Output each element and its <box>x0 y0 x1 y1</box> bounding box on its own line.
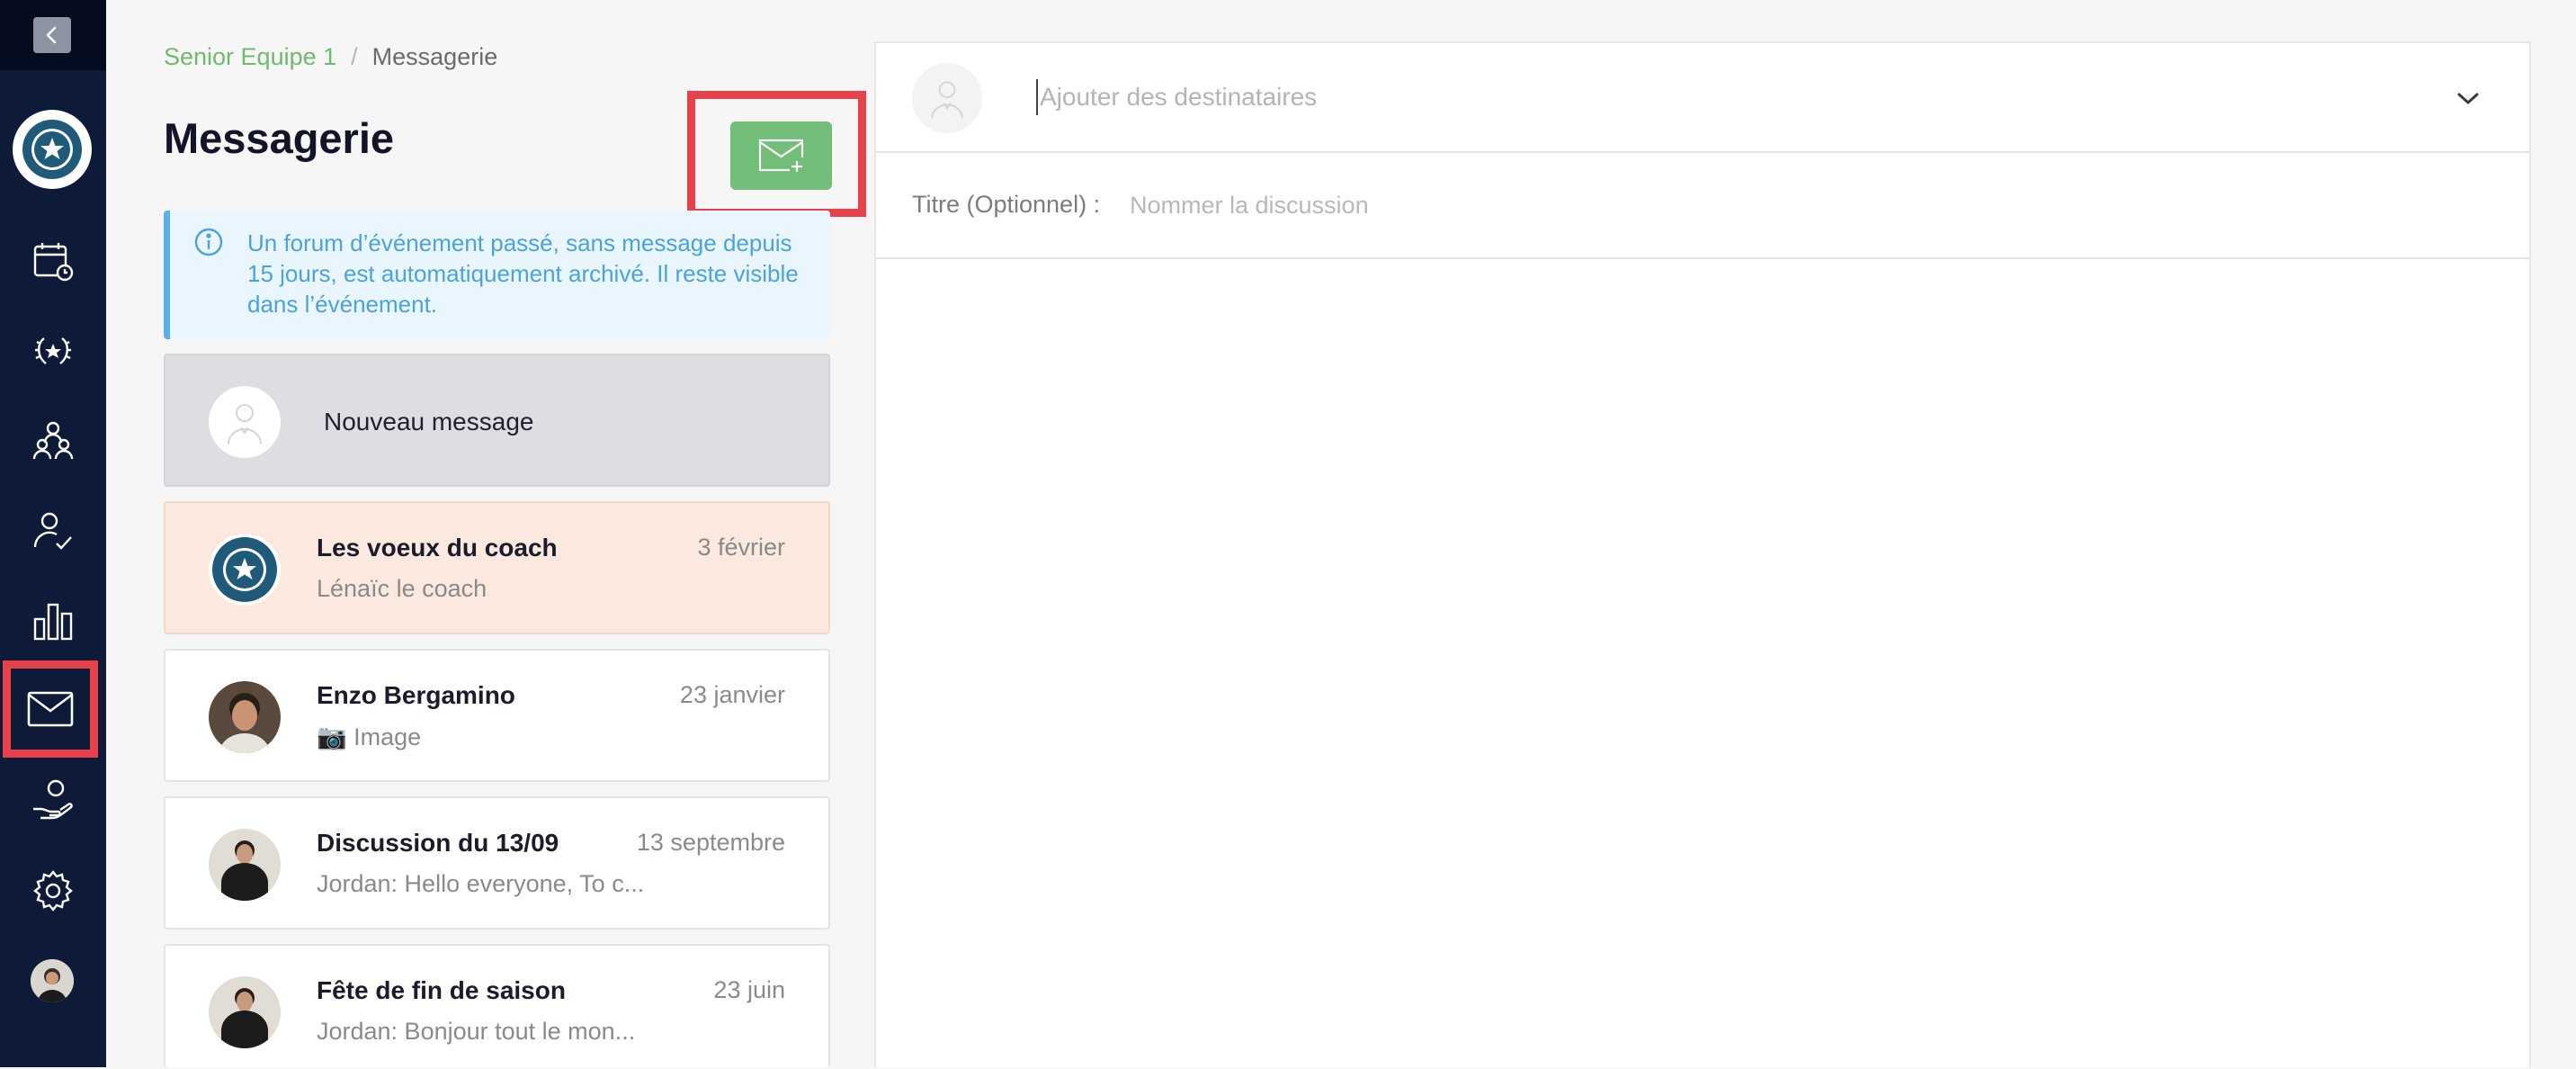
conversation-item[interactable]: Fête de fin de saison 23 juin Jordan: Bo… <box>164 944 830 1067</box>
nav-competitions[interactable] <box>0 306 106 396</box>
discussion-title-label: Titre (Optionnel) : <box>912 191 1101 218</box>
nav-attendance[interactable] <box>0 486 106 576</box>
recipients-dropdown-toggle[interactable] <box>2450 81 2486 117</box>
club-badge-icon <box>210 535 279 604</box>
discussion-title-row: Titre (Optionnel) : <box>876 153 2529 259</box>
compose-panel: Titre (Optionnel) : <box>874 41 2531 1067</box>
recipients-row <box>876 43 2529 153</box>
user-photo-icon <box>209 976 281 1048</box>
nav-messaging[interactable] <box>3 660 98 758</box>
chevron-left-icon <box>46 26 57 44</box>
breadcrumb: Senior Equipe 1 / Messagerie <box>164 43 497 71</box>
nav-statistics[interactable] <box>0 576 106 666</box>
nav-fundraising[interactable] <box>0 756 106 846</box>
conversation-preview: 📷 Image <box>317 723 422 750</box>
conversation-title: Fête de fin de saison <box>317 976 566 1004</box>
info-icon <box>194 228 223 256</box>
conversation-preview: Jordan: Bonjour tout le mon... <box>317 1018 636 1045</box>
nav-settings[interactable] <box>0 846 106 936</box>
conversation-item[interactable]: Les voeux du coach 3 février Lénaïc le c… <box>164 501 830 634</box>
chevron-down-icon <box>2457 93 2479 104</box>
avatar <box>209 976 281 1048</box>
hand-heart-icon <box>33 779 73 820</box>
avatar <box>209 534 281 606</box>
club-badge-icon <box>18 115 86 184</box>
calendar-icon <box>33 243 74 282</box>
conversation-date: 13 septembre <box>636 829 785 856</box>
discussion-title-input[interactable] <box>1130 187 2389 223</box>
new-message-row[interactable]: Nouveau message <box>164 354 830 487</box>
new-message-label: Nouveau message <box>324 408 534 436</box>
archive-info-banner: Un forum d’événement passé, sans message… <box>164 211 830 339</box>
user-placeholder-icon <box>228 404 262 445</box>
avatar <box>209 829 281 901</box>
conversation-preview: Lénaïc le coach <box>317 575 487 602</box>
recipients-input[interactable] <box>1036 79 2385 115</box>
conversation-item[interactable]: Discussion du 13/09 13 septembre Jordan:… <box>164 796 830 930</box>
conversation-title: Enzo Bergamino <box>317 681 515 709</box>
conversation-date: 23 janvier <box>679 681 785 708</box>
conversation-item[interactable]: Enzo Bergamino 23 janvier 📷 Image <box>164 649 830 782</box>
new-message-button[interactable] <box>730 121 832 190</box>
conversation-preview: Jordan: Hello everyone, To c... <box>317 870 645 897</box>
avatar <box>209 681 281 753</box>
breadcrumb-separator: / <box>351 43 358 70</box>
avatar <box>209 386 281 458</box>
user-photo-icon <box>209 829 281 901</box>
conversation-title: Discussion du 13/09 <box>317 829 559 857</box>
conversation-date: 3 février <box>697 534 785 561</box>
conversation-title: Les voeux du coach <box>317 534 558 561</box>
settings-icon <box>33 870 73 912</box>
collapse-sidebar-button[interactable] <box>33 17 71 53</box>
info-banner-text: Un forum d’événement passé, sans message… <box>247 229 799 318</box>
mail-plus-icon <box>758 139 803 172</box>
breadcrumb-current: Messagerie <box>371 43 498 70</box>
recipient-avatar <box>912 63 982 133</box>
sidebar-header <box>0 0 106 70</box>
attendance-icon <box>33 512 72 550</box>
nav-team[interactable] <box>0 396 106 486</box>
sidebar <box>0 0 106 1067</box>
user-photo-icon <box>31 959 74 1002</box>
club-logo[interactable] <box>13 110 92 189</box>
nav-calendar[interactable] <box>0 216 106 306</box>
team-icon <box>32 421 74 460</box>
message-thread-area <box>876 259 2529 1069</box>
conversation-date: 23 juin <box>713 976 785 1003</box>
breadcrumb-team-link[interactable]: Senior Equipe 1 <box>164 43 336 71</box>
user-avatar[interactable] <box>31 959 74 1002</box>
trophy-icon <box>35 337 71 364</box>
page-title: Messagerie <box>164 114 395 162</box>
mail-icon <box>27 691 74 727</box>
user-photo-icon <box>209 681 281 753</box>
stats-icon <box>33 603 73 641</box>
user-placeholder-icon <box>931 81 963 119</box>
